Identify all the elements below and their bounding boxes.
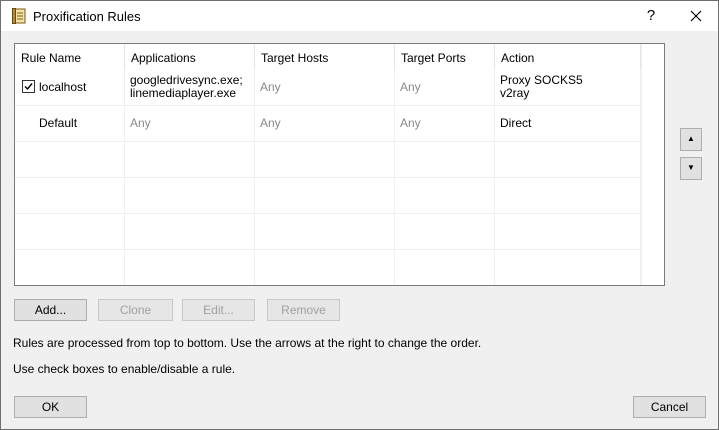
empty-row <box>15 177 664 214</box>
clone-button[interactable]: Clone <box>98 299 173 321</box>
arrow-down-icon: ▼ <box>687 163 695 172</box>
order-hint-text: Rules are processed from top to bottom. … <box>13 336 482 350</box>
rule-target-ports: Any <box>400 115 421 130</box>
rule-target-hosts: Any <box>260 115 281 130</box>
empty-row <box>15 249 664 285</box>
app-icon <box>12 8 26 24</box>
column-label: Target Ports <box>401 51 466 65</box>
column-header-rule-name[interactable]: Rule Name <box>15 44 125 72</box>
rules-list[interactable]: Rule Name Applications Target Hosts Targ… <box>14 43 665 286</box>
empty-row <box>15 213 664 250</box>
ok-button[interactable]: OK <box>14 396 87 418</box>
column-label: Target Hosts <box>261 51 329 65</box>
rule-name: Default <box>39 115 78 130</box>
column-label: Action <box>501 51 535 65</box>
proxification-rules-dialog: Proxification Rules ? Rule Name Applicat… <box>0 0 719 430</box>
rule-action: Direct <box>500 115 532 130</box>
column-label: Rule Name <box>21 51 82 65</box>
close-icon <box>690 10 702 22</box>
help-icon: ? <box>646 7 656 24</box>
empty-row <box>15 141 664 178</box>
move-down-button[interactable]: ▼ <box>680 157 702 180</box>
rule-name: localhost <box>39 79 87 94</box>
edit-button[interactable]: Edit... <box>182 299 255 321</box>
checkmark-icon <box>24 83 33 91</box>
column-header-target-ports[interactable]: Target Ports <box>395 44 495 72</box>
rule-row-default[interactable]: Default Any Any Any Direct <box>15 105 664 142</box>
remove-button[interactable]: Remove <box>267 299 340 321</box>
add-button[interactable]: Add... <box>14 299 87 321</box>
close-button[interactable] <box>677 1 715 31</box>
checkbox-hint-text: Use check boxes to enable/disable a rule… <box>13 362 236 376</box>
help-button[interactable]: ? <box>635 1 667 31</box>
rule-row-localhost[interactable]: localhost googledrivesync.exe; linemedia… <box>15 69 664 106</box>
rule-target-ports: Any <box>400 79 421 94</box>
cancel-button[interactable]: Cancel <box>633 396 706 418</box>
rule-enabled-checkbox[interactable] <box>22 80 35 93</box>
rule-application: Any <box>130 115 151 130</box>
title-bar: Proxification Rules ? <box>1 1 718 31</box>
move-up-button[interactable]: ▲ <box>680 128 702 151</box>
rule-action-proxy: v2ray <box>500 86 530 100</box>
window-title: Proxification Rules <box>33 9 141 24</box>
column-label: Applications <box>131 51 196 65</box>
column-header-action[interactable]: Action <box>495 44 641 72</box>
rule-application: linemediaplayer.exe <box>130 86 237 100</box>
arrow-up-icon: ▲ <box>687 134 695 143</box>
rule-target-hosts: Any <box>260 79 281 94</box>
column-header-applications[interactable]: Applications <box>125 44 255 72</box>
list-scroll-area <box>641 44 664 285</box>
column-header-target-hosts[interactable]: Target Hosts <box>255 44 395 72</box>
